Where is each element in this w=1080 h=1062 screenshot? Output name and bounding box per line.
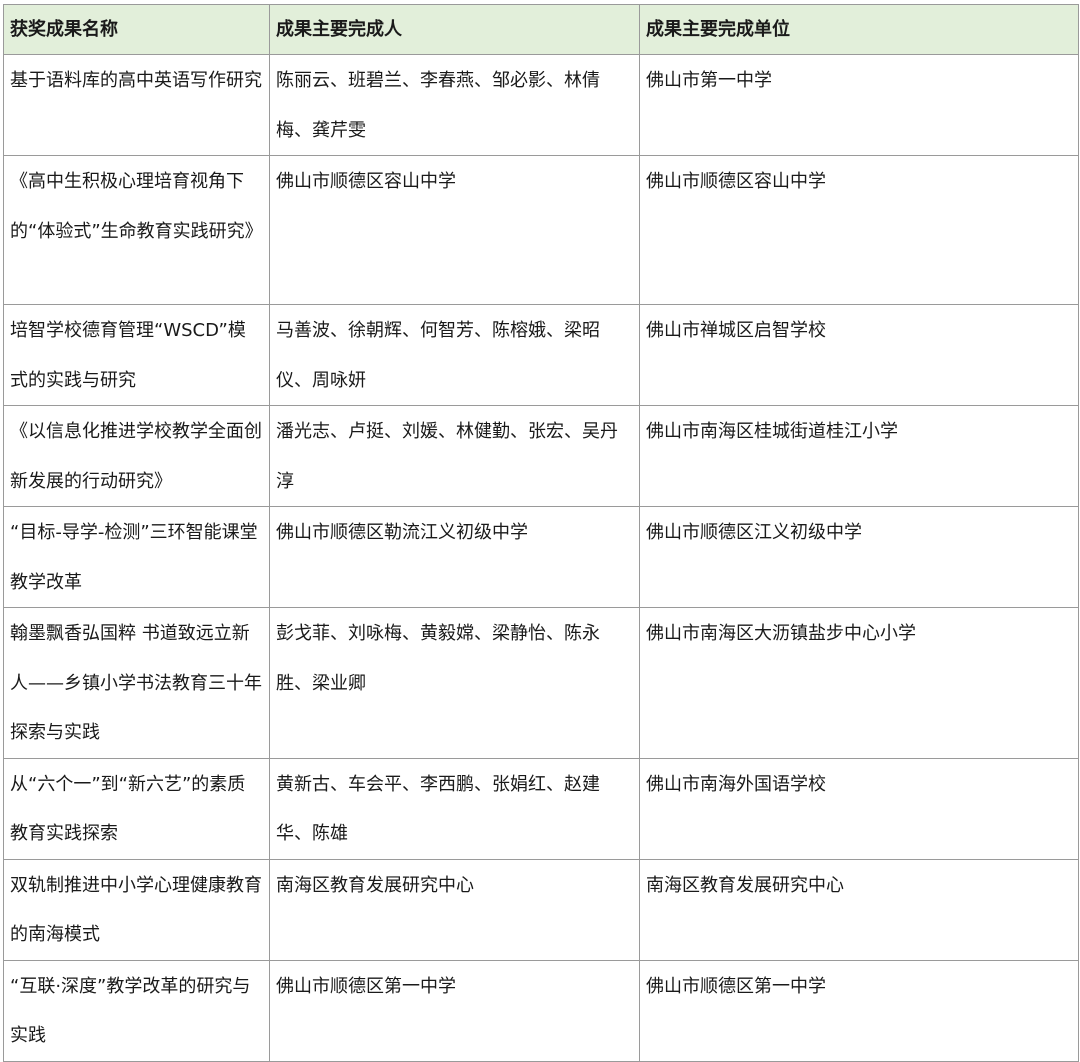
table-row: 双轨制推进中小学心理健康教育的南海模式 南海区教育发展研究中心 南海区教育发展研…	[3, 858, 1079, 961]
header-row: 获奖成果名称 成果主要完成人 成果主要完成单位	[3, 4, 1079, 55]
header-award-name: 获奖成果名称	[3, 4, 270, 55]
table-row: 《高中生积极心理培育视角下的“体验式”生命教育实践研究》 佛山市顺德区容山中学 …	[3, 155, 1079, 305]
document-page: 获奖成果名称 成果主要完成人 成果主要完成单位 基于语料库的高中英语写作研究 陈…	[0, 0, 1080, 1062]
table-row: 培智学校德育管理“WSCD”模式的实践与研究 马善波、徐朝辉、何智芳、陈榕娥、梁…	[3, 304, 1079, 406]
cell-contributors: 黄新古、车会平、李西鹏、张娟红、赵建华、陈雄	[269, 757, 640, 860]
header-main-unit: 成果主要完成单位	[639, 4, 1079, 55]
cell-contributors: 佛山市顺德区勒流江义初级中学	[269, 506, 640, 608]
cell-award-name: “目标-导学-检测”三环智能课堂教学改革	[3, 506, 270, 608]
table-header: 获奖成果名称 成果主要完成人 成果主要完成单位	[3, 4, 1079, 55]
cell-unit: 佛山市第一中学	[639, 54, 1079, 156]
cell-contributors: 彭戈菲、刘咏梅、黄毅嫦、梁静怡、陈永胜、梁业卿	[269, 607, 640, 759]
table-row: “目标-导学-检测”三环智能课堂教学改革 佛山市顺德区勒流江义初级中学 佛山市顺…	[3, 506, 1079, 608]
cell-unit: 佛山市顺德区第一中学	[639, 959, 1079, 1062]
cell-contributors: 潘光志、卢挺、刘媛、林健勤、张宏、吴丹淳	[269, 405, 640, 507]
cell-unit: 佛山市顺德区容山中学	[639, 155, 1079, 305]
table-row: “互联·深度”教学改革的研究与实践 佛山市顺德区第一中学 佛山市顺德区第一中学	[3, 959, 1079, 1062]
table-row: 翰墨飘香弘国粹 书道致远立新人——乡镇小学书法教育三十年探索与实践 彭戈菲、刘咏…	[3, 607, 1079, 759]
cell-unit: 佛山市南海外国语学校	[639, 757, 1079, 860]
table-row: 基于语料库的高中英语写作研究 陈丽云、班碧兰、李春燕、邹必影、林倩梅、龚芹雯 佛…	[3, 54, 1079, 156]
cell-award-name: 双轨制推进中小学心理健康教育的南海模式	[3, 858, 270, 961]
cell-award-name: 《高中生积极心理培育视角下的“体验式”生命教育实践研究》	[3, 155, 270, 305]
awards-table: 获奖成果名称 成果主要完成人 成果主要完成单位 基于语料库的高中英语写作研究 陈…	[3, 4, 1079, 1062]
cell-unit: 南海区教育发展研究中心	[639, 858, 1079, 961]
table-row: 从“六个一”到“新六艺”的素质教育实践探索 黄新古、车会平、李西鹏、张娟红、赵建…	[3, 757, 1079, 860]
cell-unit: 佛山市顺德区江义初级中学	[639, 506, 1079, 608]
cell-contributors: 南海区教育发展研究中心	[269, 858, 640, 961]
cell-unit: 佛山市禅城区启智学校	[639, 304, 1079, 406]
cell-award-name: 从“六个一”到“新六艺”的素质教育实践探索	[3, 757, 270, 860]
table-body: 基于语料库的高中英语写作研究 陈丽云、班碧兰、李春燕、邹必影、林倩梅、龚芹雯 佛…	[3, 54, 1079, 1062]
cell-unit: 佛山市南海区大沥镇盐步中心小学	[639, 607, 1079, 759]
cell-contributors: 佛山市顺德区容山中学	[269, 155, 640, 305]
cell-award-name: “互联·深度”教学改革的研究与实践	[3, 959, 270, 1062]
cell-award-name: 基于语料库的高中英语写作研究	[3, 54, 270, 156]
cell-unit: 佛山市南海区桂城街道桂江小学	[639, 405, 1079, 507]
cell-contributors: 佛山市顺德区第一中学	[269, 959, 640, 1062]
cell-contributors: 马善波、徐朝辉、何智芳、陈榕娥、梁昭仪、周咏妍	[269, 304, 640, 406]
table-row: 《以信息化推进学校教学全面创新发展的行动研究》 潘光志、卢挺、刘媛、林健勤、张宏…	[3, 405, 1079, 507]
cell-award-name: 《以信息化推进学校教学全面创新发展的行动研究》	[3, 405, 270, 507]
cell-contributors: 陈丽云、班碧兰、李春燕、邹必影、林倩梅、龚芹雯	[269, 54, 640, 156]
cell-award-name: 培智学校德育管理“WSCD”模式的实践与研究	[3, 304, 270, 406]
cell-award-name: 翰墨飘香弘国粹 书道致远立新人——乡镇小学书法教育三十年探索与实践	[3, 607, 270, 759]
header-main-contributors: 成果主要完成人	[269, 4, 640, 55]
